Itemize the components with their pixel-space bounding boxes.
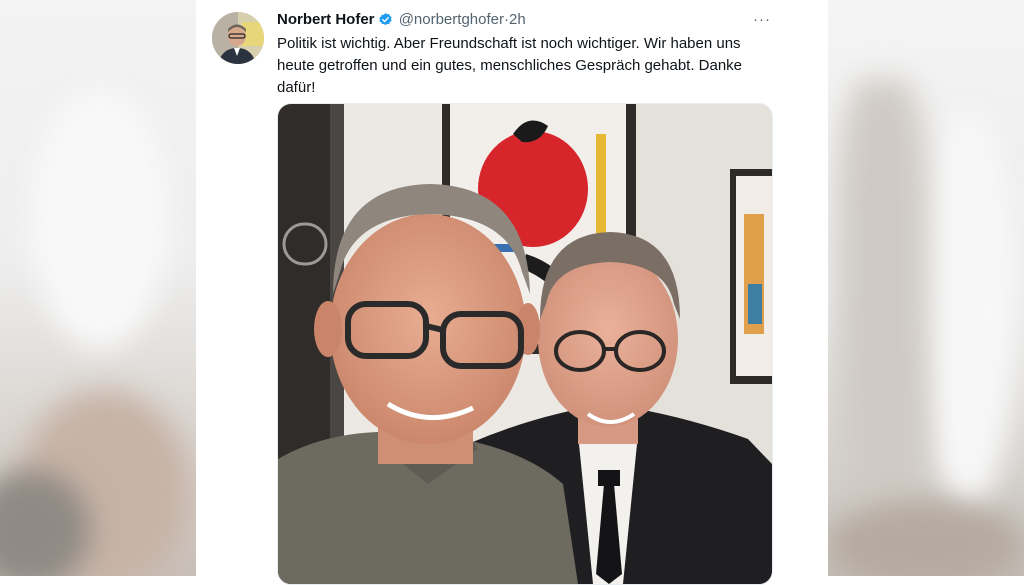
tweet-text-line: dafür! (277, 79, 316, 96)
tweet-card: Norbert Hofer @norbertghofer·2h ··· Poli… (196, 0, 828, 585)
blurred-backdrop-left (0, 0, 196, 576)
more-options-icon[interactable]: ··· (753, 11, 771, 28)
tweet-text-line: Politik ist wichtig. Aber Freundschaft i… (277, 35, 741, 52)
avatar[interactable] (212, 12, 264, 64)
tweet-text: Politik ist wichtig. Aber Freundschaft i… (277, 33, 777, 99)
tweet-timestamp[interactable]: 2h (509, 11, 526, 28)
verified-badge-icon (378, 12, 393, 32)
tweet-header: Norbert Hofer @norbertghofer·2h (277, 11, 526, 32)
author-name[interactable]: Norbert Hofer (277, 11, 375, 28)
author-handle[interactable]: @norbertghofer (399, 11, 504, 28)
blurred-backdrop-right (828, 0, 1024, 576)
tweet-text-line: heute getroffen und ein gutes, menschlic… (277, 57, 743, 74)
tweet-photo[interactable] (277, 103, 773, 585)
